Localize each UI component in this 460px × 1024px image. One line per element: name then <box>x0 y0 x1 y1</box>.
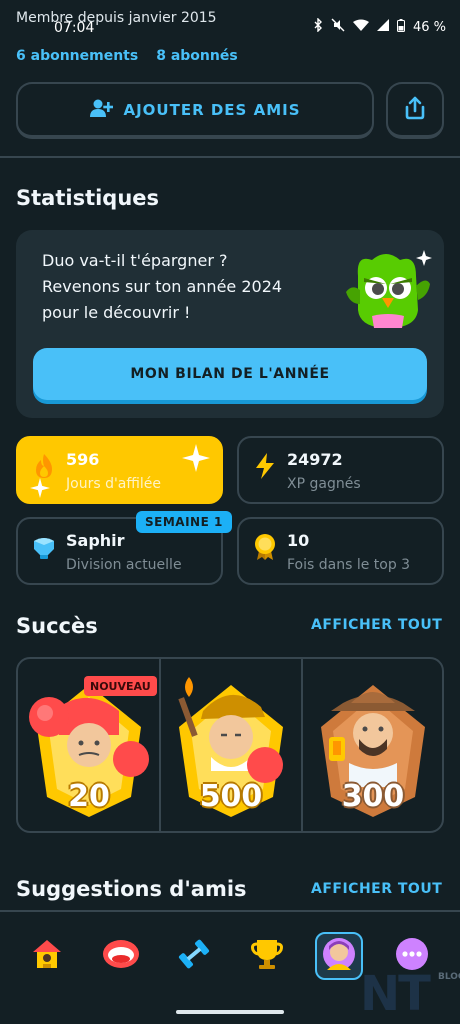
nav-leaderboard[interactable] <box>243 932 291 980</box>
week-badge: SEMAINE 1 <box>136 511 232 533</box>
nav-profile[interactable] <box>315 932 363 980</box>
streak-tile[interactable]: 596 Jours d'affilée <box>16 436 223 504</box>
share-button[interactable] <box>386 82 444 139</box>
year-review-button[interactable]: MON BILAN DE L'ANNÉE <box>33 348 427 400</box>
lightning-icon <box>251 452 279 480</box>
member-since: Membre depuis janvier 2015 <box>16 10 217 26</box>
watermark-small: BLOG <box>438 972 460 982</box>
year-review-line: Duo va-t-il t'épargner ? <box>42 251 228 270</box>
battery-percent: 46 % <box>412 19 446 35</box>
year-review-line: Revenons sur ton année 2024 <box>42 277 283 296</box>
profile-icon <box>321 936 357 976</box>
achievements-view-all[interactable]: AFFICHER TOUT <box>311 617 442 633</box>
friend-suggestions-view-all[interactable]: AFFICHER TOUT <box>311 881 442 897</box>
add-friend-icon <box>89 98 114 122</box>
achievement-value: 500 <box>199 779 263 814</box>
watermark-logo: NT BLOG <box>360 966 460 1022</box>
year-review-text: Duo va-t-il t'épargner ? Revenons sur to… <box>42 248 322 326</box>
letters-icon <box>101 936 141 976</box>
top3-tile[interactable]: 10 Fois dans le top 3 <box>237 517 444 585</box>
subscriptions-link[interactable]: 6 abonnements <box>16 48 138 64</box>
home-indicator[interactable] <box>176 1010 284 1014</box>
top3-label: Fois dans le top 3 <box>287 557 411 573</box>
nav-home[interactable] <box>23 932 71 980</box>
sparkle-icon <box>182 444 210 476</box>
friend-suggestions-title: Suggestions d'amis <box>16 877 247 901</box>
achievements-title: Succès <box>16 614 98 638</box>
league-label: Division actuelle <box>66 557 182 573</box>
top3-value: 10 <box>287 531 310 550</box>
add-friends-button[interactable]: AJOUTER DES AMIS <box>16 82 374 139</box>
share-icon <box>404 96 426 124</box>
nav-letters[interactable] <box>97 932 145 980</box>
streak-value: 596 <box>66 450 100 469</box>
achievement-value: 20 <box>68 779 110 814</box>
section-divider <box>0 156 460 158</box>
year-review-card: Duo va-t-il t'épargner ? Revenons sur to… <box>16 230 444 418</box>
medal-icon <box>251 533 279 561</box>
league-value: Saphir <box>66 531 125 550</box>
new-badge: NOUVEAU <box>84 676 157 696</box>
trophy-icon <box>249 936 285 976</box>
follow-row: 6 abonnements 8 abonnés <box>16 48 238 64</box>
status-icons: 46 % <box>313 17 446 36</box>
dumbbell-icon <box>176 936 212 976</box>
streak-label: Jours d'affilée <box>66 476 162 492</box>
bluetooth-icon <box>313 17 323 36</box>
home-icon <box>29 936 65 976</box>
achievement-value: 300 <box>341 779 405 814</box>
wifi-icon <box>352 19 369 36</box>
sparkle-icon <box>30 478 50 502</box>
xp-value: 24972 <box>287 450 343 469</box>
diamond-icon <box>30 533 58 561</box>
xp-tile[interactable]: 24972 XP gagnés <box>237 436 444 504</box>
duo-owl-illustration <box>342 244 434 336</box>
nav-practice[interactable] <box>170 932 218 980</box>
achievement-badge[interactable]: 300 <box>303 667 443 827</box>
stats-title: Statistiques <box>16 186 160 210</box>
fire-icon <box>30 452 58 480</box>
watermark-text: NT <box>360 966 431 1022</box>
xp-label: XP gagnés <box>287 476 361 492</box>
battery-icon <box>396 18 405 36</box>
achievement-badge[interactable]: 500 <box>161 667 301 827</box>
mute-icon <box>331 18 345 36</box>
add-friends-label: AJOUTER DES AMIS <box>123 100 301 119</box>
year-review-line: pour le découvrir ! <box>42 303 191 322</box>
followers-link[interactable]: 8 abonnés <box>156 48 237 64</box>
achievements-card: 20 500 300 <box>16 657 444 833</box>
signal-icon <box>376 19 389 35</box>
